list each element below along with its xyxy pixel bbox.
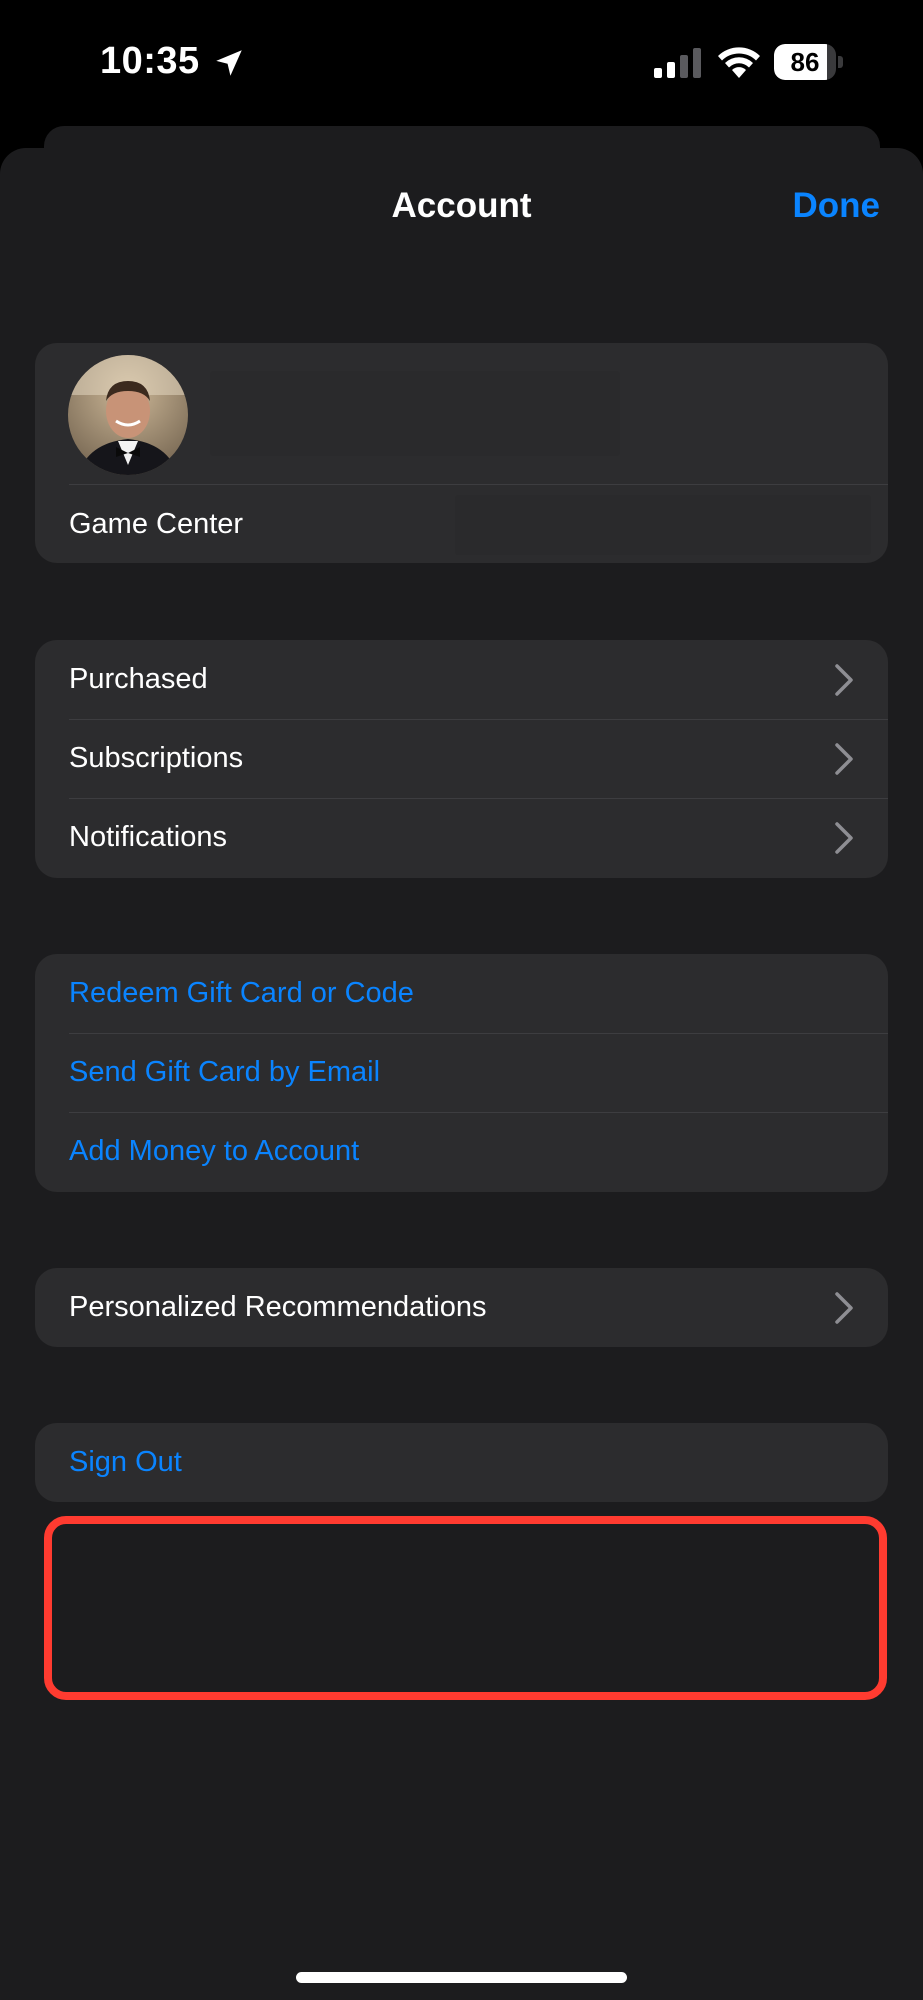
done-button[interactable]: Done <box>793 186 881 226</box>
sign-out-button[interactable]: Sign Out <box>35 1423 888 1502</box>
add-money-label: Add Money to Account <box>69 1135 360 1167</box>
status-bar: 10:35 86 <box>0 0 923 125</box>
gift-card-group: Redeem Gift Card or Code Send Gift Card … <box>35 954 888 1192</box>
subscriptions-label: Subscriptions <box>69 742 244 774</box>
game-center-label: Game Center <box>69 507 244 540</box>
home-indicator <box>296 1972 627 1983</box>
cellular-signal-icon <box>654 48 701 78</box>
notifications-label: Notifications <box>69 821 227 853</box>
highlight-box <box>44 1516 887 1700</box>
sign-out-label: Sign Out <box>69 1446 182 1478</box>
add-money-button[interactable]: Add Money to Account <box>35 1112 888 1191</box>
avatar <box>68 355 188 475</box>
redeem-gift-card-button[interactable]: Redeem Gift Card or Code <box>35 954 888 1033</box>
chevron-right-icon <box>835 663 853 696</box>
battery-icon: 86 <box>774 44 844 80</box>
chevron-right-icon <box>835 1291 853 1324</box>
wifi-icon <box>718 47 760 78</box>
redeem-gift-card-label: Redeem Gift Card or Code <box>69 977 414 1009</box>
game-center-id-redacted <box>455 495 871 555</box>
purchased-label: Purchased <box>69 663 208 695</box>
notifications-row[interactable]: Notifications <box>35 798 888 877</box>
status-time: 10:35 <box>100 40 200 82</box>
send-gift-card-button[interactable]: Send Gift Card by Email <box>35 1033 888 1112</box>
account-nav-group: Purchased Subscriptions Notifications <box>35 640 888 878</box>
profile-row[interactable] <box>35 343 888 484</box>
personalized-recommendations-row[interactable]: Personalized Recommendations <box>35 1268 888 1347</box>
game-center-row[interactable]: Game Center <box>35 485 888 563</box>
battery-percentage: 86 <box>790 47 820 77</box>
page-title: Account <box>391 186 532 225</box>
profile-card: Game Center <box>35 343 888 563</box>
subscriptions-row[interactable]: Subscriptions <box>35 719 888 798</box>
chevron-right-icon <box>835 742 853 775</box>
purchased-row[interactable]: Purchased <box>35 640 888 719</box>
chevron-right-icon <box>835 821 853 854</box>
sign-out-group: Sign Out <box>35 1423 888 1502</box>
send-gift-card-label: Send Gift Card by Email <box>69 1056 381 1088</box>
recommendations-group: Personalized Recommendations <box>35 1268 888 1347</box>
location-arrow-icon <box>216 50 242 76</box>
personalized-recommendations-label: Personalized Recommendations <box>69 1291 487 1323</box>
account-name-redacted <box>210 371 620 456</box>
